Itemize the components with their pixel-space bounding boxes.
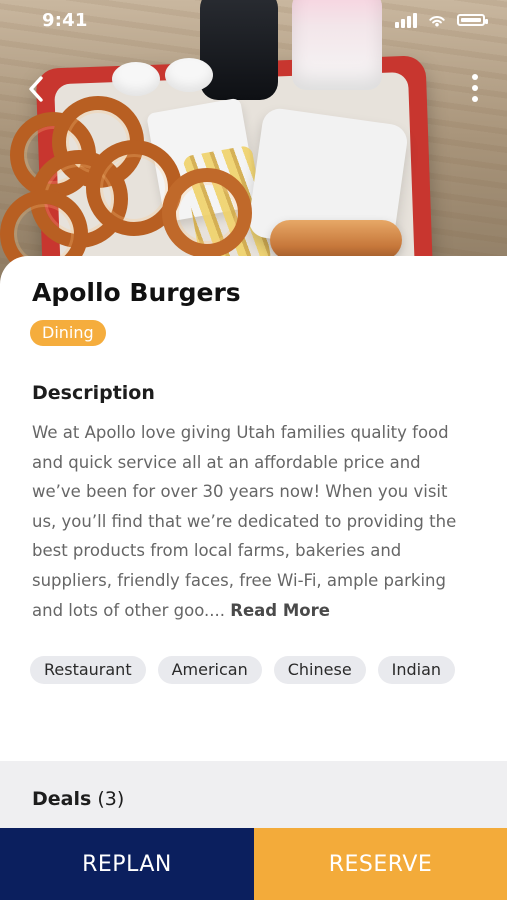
more-options-button[interactable] bbox=[465, 70, 485, 106]
details-sheet: Apollo Burgers Dining Description We at … bbox=[0, 256, 507, 761]
status-time: 9:41 bbox=[42, 10, 88, 31]
deals-section[interactable]: Deals (3) bbox=[0, 761, 507, 828]
cellular-signal-icon bbox=[395, 12, 417, 28]
description-body: We at Apollo love giving Utah families q… bbox=[32, 423, 457, 620]
tag-chip[interactable]: Restaurant bbox=[30, 656, 146, 684]
deals-title: Deals (3) bbox=[32, 788, 124, 810]
dip-cup-illustration bbox=[112, 62, 160, 96]
tag-chip[interactable]: Indian bbox=[377, 656, 456, 684]
place-title: Apollo Burgers bbox=[32, 278, 241, 307]
hero-image bbox=[0, 0, 507, 300]
deals-count: (3) bbox=[97, 788, 125, 810]
tag-chip[interactable]: American bbox=[157, 656, 262, 684]
more-vertical-icon bbox=[472, 96, 478, 102]
description-text: We at Apollo love giving Utah families q… bbox=[32, 418, 472, 625]
tag-chip[interactable]: Chinese bbox=[273, 656, 366, 684]
dip-cup-illustration bbox=[165, 58, 213, 92]
reserve-button[interactable]: RESERVE bbox=[254, 828, 507, 900]
more-vertical-icon bbox=[472, 74, 478, 80]
description-heading: Description bbox=[32, 382, 155, 404]
read-more-link[interactable]: Read More bbox=[230, 601, 330, 620]
deals-label: Deals bbox=[32, 788, 92, 810]
tags-list: Restaurant American Chinese Indian bbox=[30, 656, 480, 684]
chevron-left-icon bbox=[29, 76, 43, 102]
status-bar: 9:41 bbox=[0, 0, 507, 44]
more-vertical-icon bbox=[472, 85, 478, 91]
onion-ring-illustration bbox=[162, 168, 252, 258]
category-chip: Dining bbox=[30, 320, 106, 346]
status-icons bbox=[395, 12, 488, 28]
replan-button[interactable]: REPLAN bbox=[0, 828, 254, 900]
bottom-actions: REPLAN RESERVE bbox=[0, 828, 507, 900]
wifi-icon bbox=[429, 16, 445, 27]
back-button[interactable] bbox=[20, 72, 54, 106]
battery-icon bbox=[457, 14, 488, 26]
burger-bun-illustration bbox=[270, 220, 402, 260]
